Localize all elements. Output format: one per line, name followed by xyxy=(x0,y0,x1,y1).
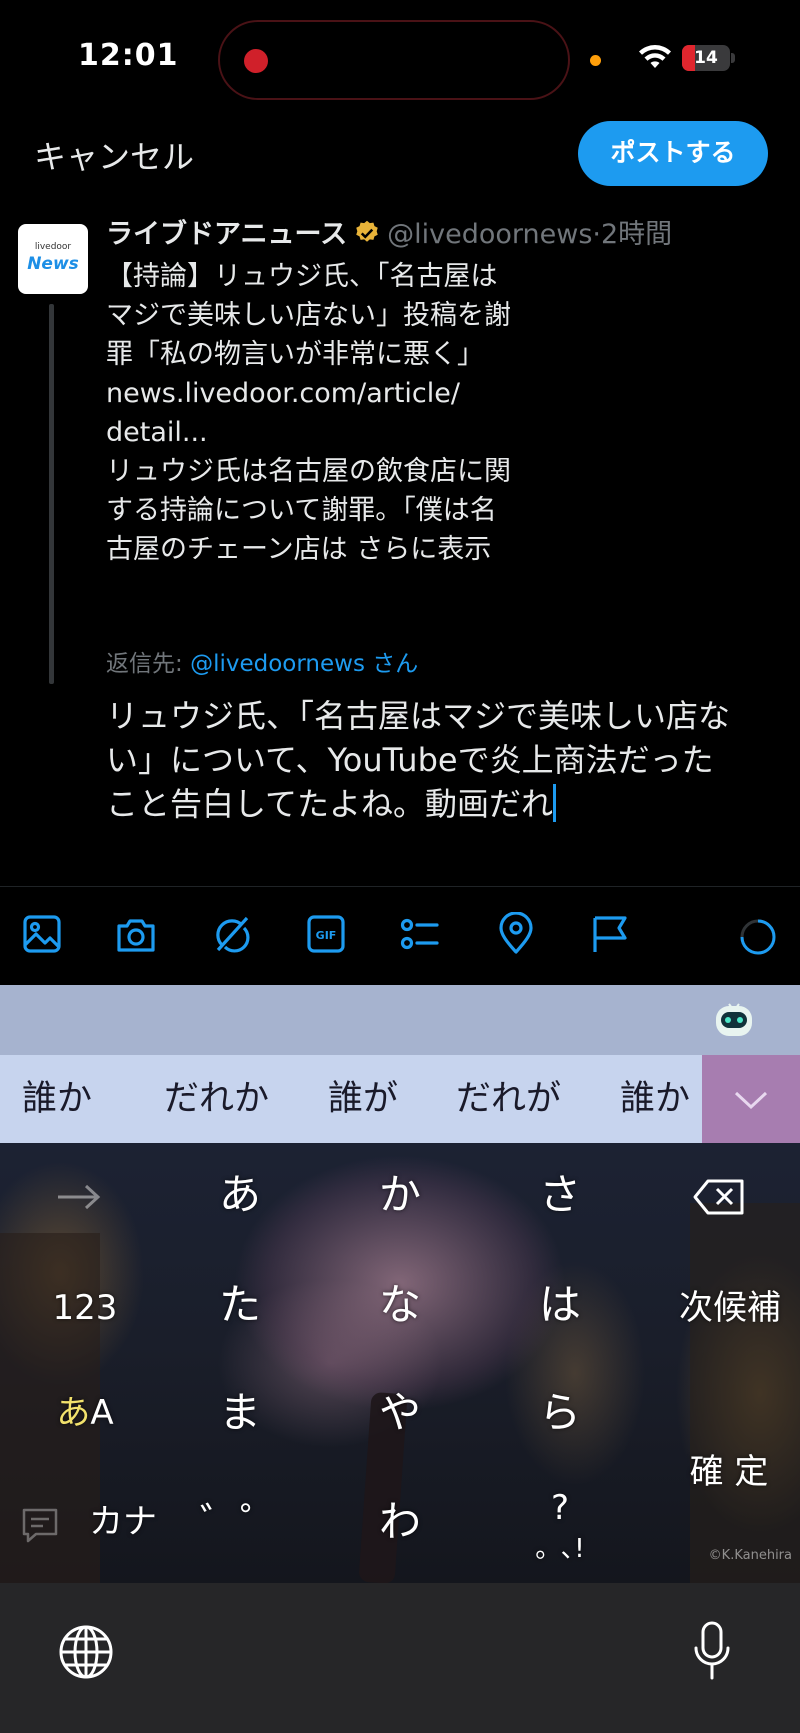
candidate-item[interactable]: 誰か xyxy=(620,1055,702,1143)
status-time: 12:01 xyxy=(78,38,179,73)
katakana-key[interactable]: カナ xyxy=(78,1482,168,1562)
key-na[interactable]: な xyxy=(350,1265,450,1345)
battery-tip xyxy=(731,53,735,63)
compose-text-line: い」について、YouTubeで炎上商法だった xyxy=(106,741,714,779)
reply-to-handle-link[interactable]: @livedoornews さん xyxy=(190,651,418,677)
compose-text-input[interactable]: リュウジ氏、「名古屋はマジで美味しい店な い」について、YouTubeで炎上商法… xyxy=(106,694,776,826)
candidate-item[interactable]: だれか xyxy=(164,1055,294,1143)
tweet-body-text: 古屋のチェーン店は xyxy=(106,534,357,565)
candidate-item[interactable]: 誰か xyxy=(22,1055,132,1143)
tweet-body-line: 古屋のチェーン店は さらに表示 xyxy=(106,530,546,569)
cancel-button[interactable]: キャンセル xyxy=(34,132,194,178)
key-ya[interactable]: や xyxy=(350,1373,450,1453)
location-icon[interactable] xyxy=(494,911,538,956)
keyboard-assistant-icon[interactable] xyxy=(712,1000,756,1040)
toolbar-divider xyxy=(0,886,800,887)
key-ka[interactable]: か xyxy=(350,1155,450,1235)
battery-indicator: 14 xyxy=(682,45,730,71)
post-button[interactable]: ポストする xyxy=(578,121,768,186)
key-a[interactable]: あ xyxy=(190,1155,290,1235)
key-ra[interactable]: ら xyxy=(510,1373,610,1453)
key-ta[interactable]: た xyxy=(190,1265,290,1345)
key-ma[interactable]: ま xyxy=(190,1373,290,1453)
poll-icon[interactable] xyxy=(398,912,442,956)
tweet-time: 2時間 xyxy=(601,219,673,250)
keyboard-top-bar xyxy=(0,985,800,1055)
camera-icon[interactable] xyxy=(114,912,158,956)
candidate-item[interactable]: 誰が xyxy=(328,1055,428,1143)
recording-indicator-icon xyxy=(244,49,268,73)
tweet-body-line: する持論について謝罪。「僕は名 xyxy=(106,495,497,526)
key-wa[interactable]: わ xyxy=(350,1482,450,1562)
tweet-header: ライブドアニュース @livedoornews·2時間 xyxy=(106,218,672,252)
mic-in-use-indicator-icon xyxy=(590,55,601,66)
chat-bubble-icon[interactable] xyxy=(20,1506,60,1544)
numbers-key[interactable]: 123 xyxy=(40,1268,130,1348)
candidates-expand-button[interactable] xyxy=(702,1055,800,1143)
compose-text-last-line: こと告白してたよね。動画だれ xyxy=(106,782,776,826)
tweet-separator: · xyxy=(592,219,601,250)
flag-icon[interactable] xyxy=(588,912,632,956)
tweet-link-line[interactable]: news.livedoor.com/article/ xyxy=(106,374,546,413)
character-count-ring-icon xyxy=(740,919,776,955)
key-sa[interactable]: さ xyxy=(510,1155,610,1235)
tweet-body-line: 【持論】リュウジ氏、「名古屋は xyxy=(106,261,498,292)
key-ha[interactable]: は xyxy=(510,1265,610,1345)
confirm-key[interactable]: 確 定 xyxy=(664,1432,794,1512)
tweet-body-line: マジで美味しい店ない」投稿を謝 xyxy=(106,300,511,331)
punctuation-marks: 。､! xyxy=(535,1534,585,1564)
tweet-body: 【持論】リュウジ氏、「名古屋は マジで美味しい店ない」投稿を謝 罪「私の物言いが… xyxy=(106,257,546,569)
avatar-logo-main: News xyxy=(27,254,79,274)
chevron-down-icon xyxy=(734,1091,768,1110)
candidate-item[interactable]: だれが xyxy=(456,1055,586,1143)
status-bar: 12:01 14 xyxy=(0,0,800,110)
keyboard-bottom-bar xyxy=(0,1583,800,1733)
image-icon[interactable] xyxy=(20,912,64,956)
tweet-body-line: 罪「私の物言いが非常に悪く」 xyxy=(106,339,484,370)
punctuation-question: ? xyxy=(550,1488,570,1528)
text-caret xyxy=(553,784,557,822)
wallpaper-credit: ©K.Kanehira xyxy=(708,1548,792,1563)
input-mode-kana: あ xyxy=(56,1393,91,1433)
battery-level-text: 14 xyxy=(694,48,718,68)
show-more-link[interactable]: さらに表示 xyxy=(356,534,491,565)
grok-icon[interactable] xyxy=(210,912,254,956)
author-name: ライブドアニュース xyxy=(106,219,348,250)
wallpaper-building-right xyxy=(690,1203,800,1583)
reply-to-prefix: 返信先: xyxy=(106,651,183,677)
tweet-body-line: リュウジ氏は名古屋の飲食店に関 xyxy=(106,456,511,487)
compose-text-line: こと告白してたよね。動画だれ xyxy=(106,785,554,823)
wifi-icon xyxy=(639,45,671,68)
gif-label: GIF xyxy=(316,929,337,942)
backspace-icon[interactable] xyxy=(692,1178,746,1216)
dynamic-island xyxy=(218,20,570,100)
reply-to-line: 返信先: @livedoornews さん xyxy=(106,644,418,678)
microphone-icon[interactable] xyxy=(692,1620,732,1682)
input-mode-alpha: A xyxy=(90,1393,114,1433)
tweet-link-line[interactable]: detail... xyxy=(106,413,546,452)
avatar-logo-top: livedoor xyxy=(34,242,72,252)
dakuten-key[interactable]: ゛゜ xyxy=(190,1490,290,1560)
arrow-right-key-icon[interactable] xyxy=(52,1172,108,1222)
verified-badge-icon xyxy=(356,220,378,242)
author-handle: @livedoornews xyxy=(387,219,593,250)
globe-icon[interactable] xyxy=(58,1624,114,1680)
punctuation-key[interactable]: ? 。､! xyxy=(510,1488,610,1568)
input-mode-key[interactable]: あA xyxy=(40,1373,130,1453)
avatar[interactable]: livedoor News xyxy=(18,224,88,294)
next-candidate-key[interactable]: 次候補 xyxy=(660,1268,800,1348)
compose-text-line: リュウジ氏、「名古屋はマジで美味しい店な xyxy=(106,697,731,735)
thread-line xyxy=(49,304,54,684)
gif-icon[interactable]: GIF xyxy=(304,912,348,956)
